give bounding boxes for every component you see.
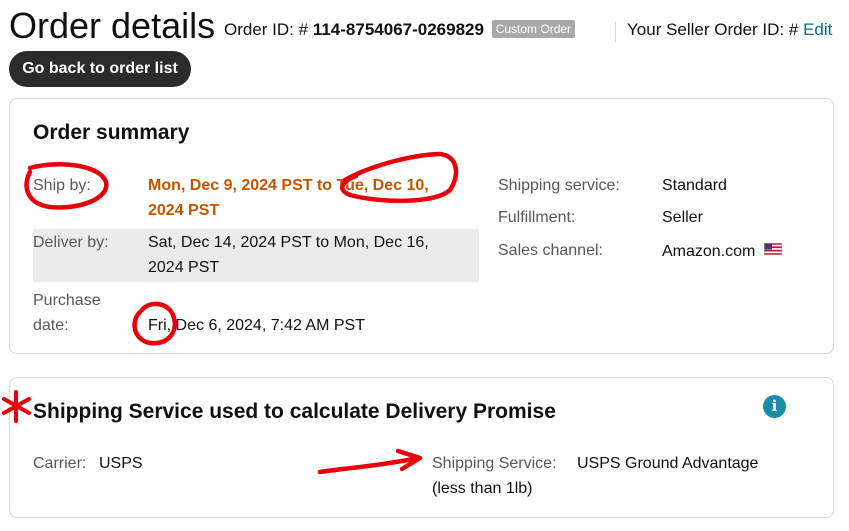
shipping-promise-title: Shipping Service used to calculate Deliv… [33,400,556,423]
purchase-date-label-line2: date: [33,317,69,334]
order-id-label: Order ID: # [224,20,309,39]
shipping-service-promise-label: Shipping Service: [432,455,557,472]
purchase-date-label-line1: Purchase [33,292,101,309]
seller-order-id: Your Seller Order ID: # Edit [627,19,832,41]
ship-by-value-line2: 2024 PST [148,202,220,219]
seller-order-id-label: Your Seller Order ID: # [627,20,799,39]
fulfillment-value: Seller [662,209,703,226]
sales-channel-text: Amazon.com [662,243,756,260]
edit-link[interactable]: Edit [803,20,832,39]
deliver-by-value-line1: Sat, Dec 14, 2024 PST to Mon, Dec 16, [148,234,429,251]
deliver-by-value-line2: 2024 PST [148,259,220,276]
shipping-service-promise-value-line1: USPS Ground Advantage [577,455,759,472]
order-summary-title: Order summary [33,121,190,144]
page-title: Order details [9,5,216,46]
shipping-service-value: Standard [662,177,727,194]
sales-channel-label: Sales channel: [498,242,603,259]
custom-order-badge: Custom Order [491,20,576,38]
carrier-label: Carrier: [33,455,87,472]
header-divider [615,22,616,42]
carrier-value: USPS [99,455,143,472]
info-icon[interactable]: i [763,395,786,418]
us-flag-icon [763,238,782,255]
shipping-service-promise-value-line2: (less than 1lb) [432,480,533,497]
order-summary-card: Order summary Ship by: Mon, Dec 9, 2024 … [9,98,834,354]
ship-by-value-line1: Mon, Dec 9, 2024 PST to Tue, Dec 10, [148,177,429,194]
deliver-by-label: Deliver by: [33,234,109,251]
header: Order details Order ID: # 114-8754067-02… [9,4,844,48]
fulfillment-label: Fulfillment: [498,209,576,226]
sales-channel-value: Amazon.com [662,238,782,264]
shipping-service-label: Shipping service: [498,177,620,194]
back-to-order-list-button[interactable]: Go back to order list [9,51,191,87]
order-id: Order ID: # 114-8754067-0269829 Custom O… [224,19,576,41]
order-id-number: 114-8754067-0269829 [312,20,484,39]
ship-by-label: Ship by: [33,177,91,194]
shipping-promise-card: Shipping Service used to calculate Deliv… [9,377,834,518]
purchase-date-value: Fri, Dec 6, 2024, 7:42 AM PST [148,317,365,334]
